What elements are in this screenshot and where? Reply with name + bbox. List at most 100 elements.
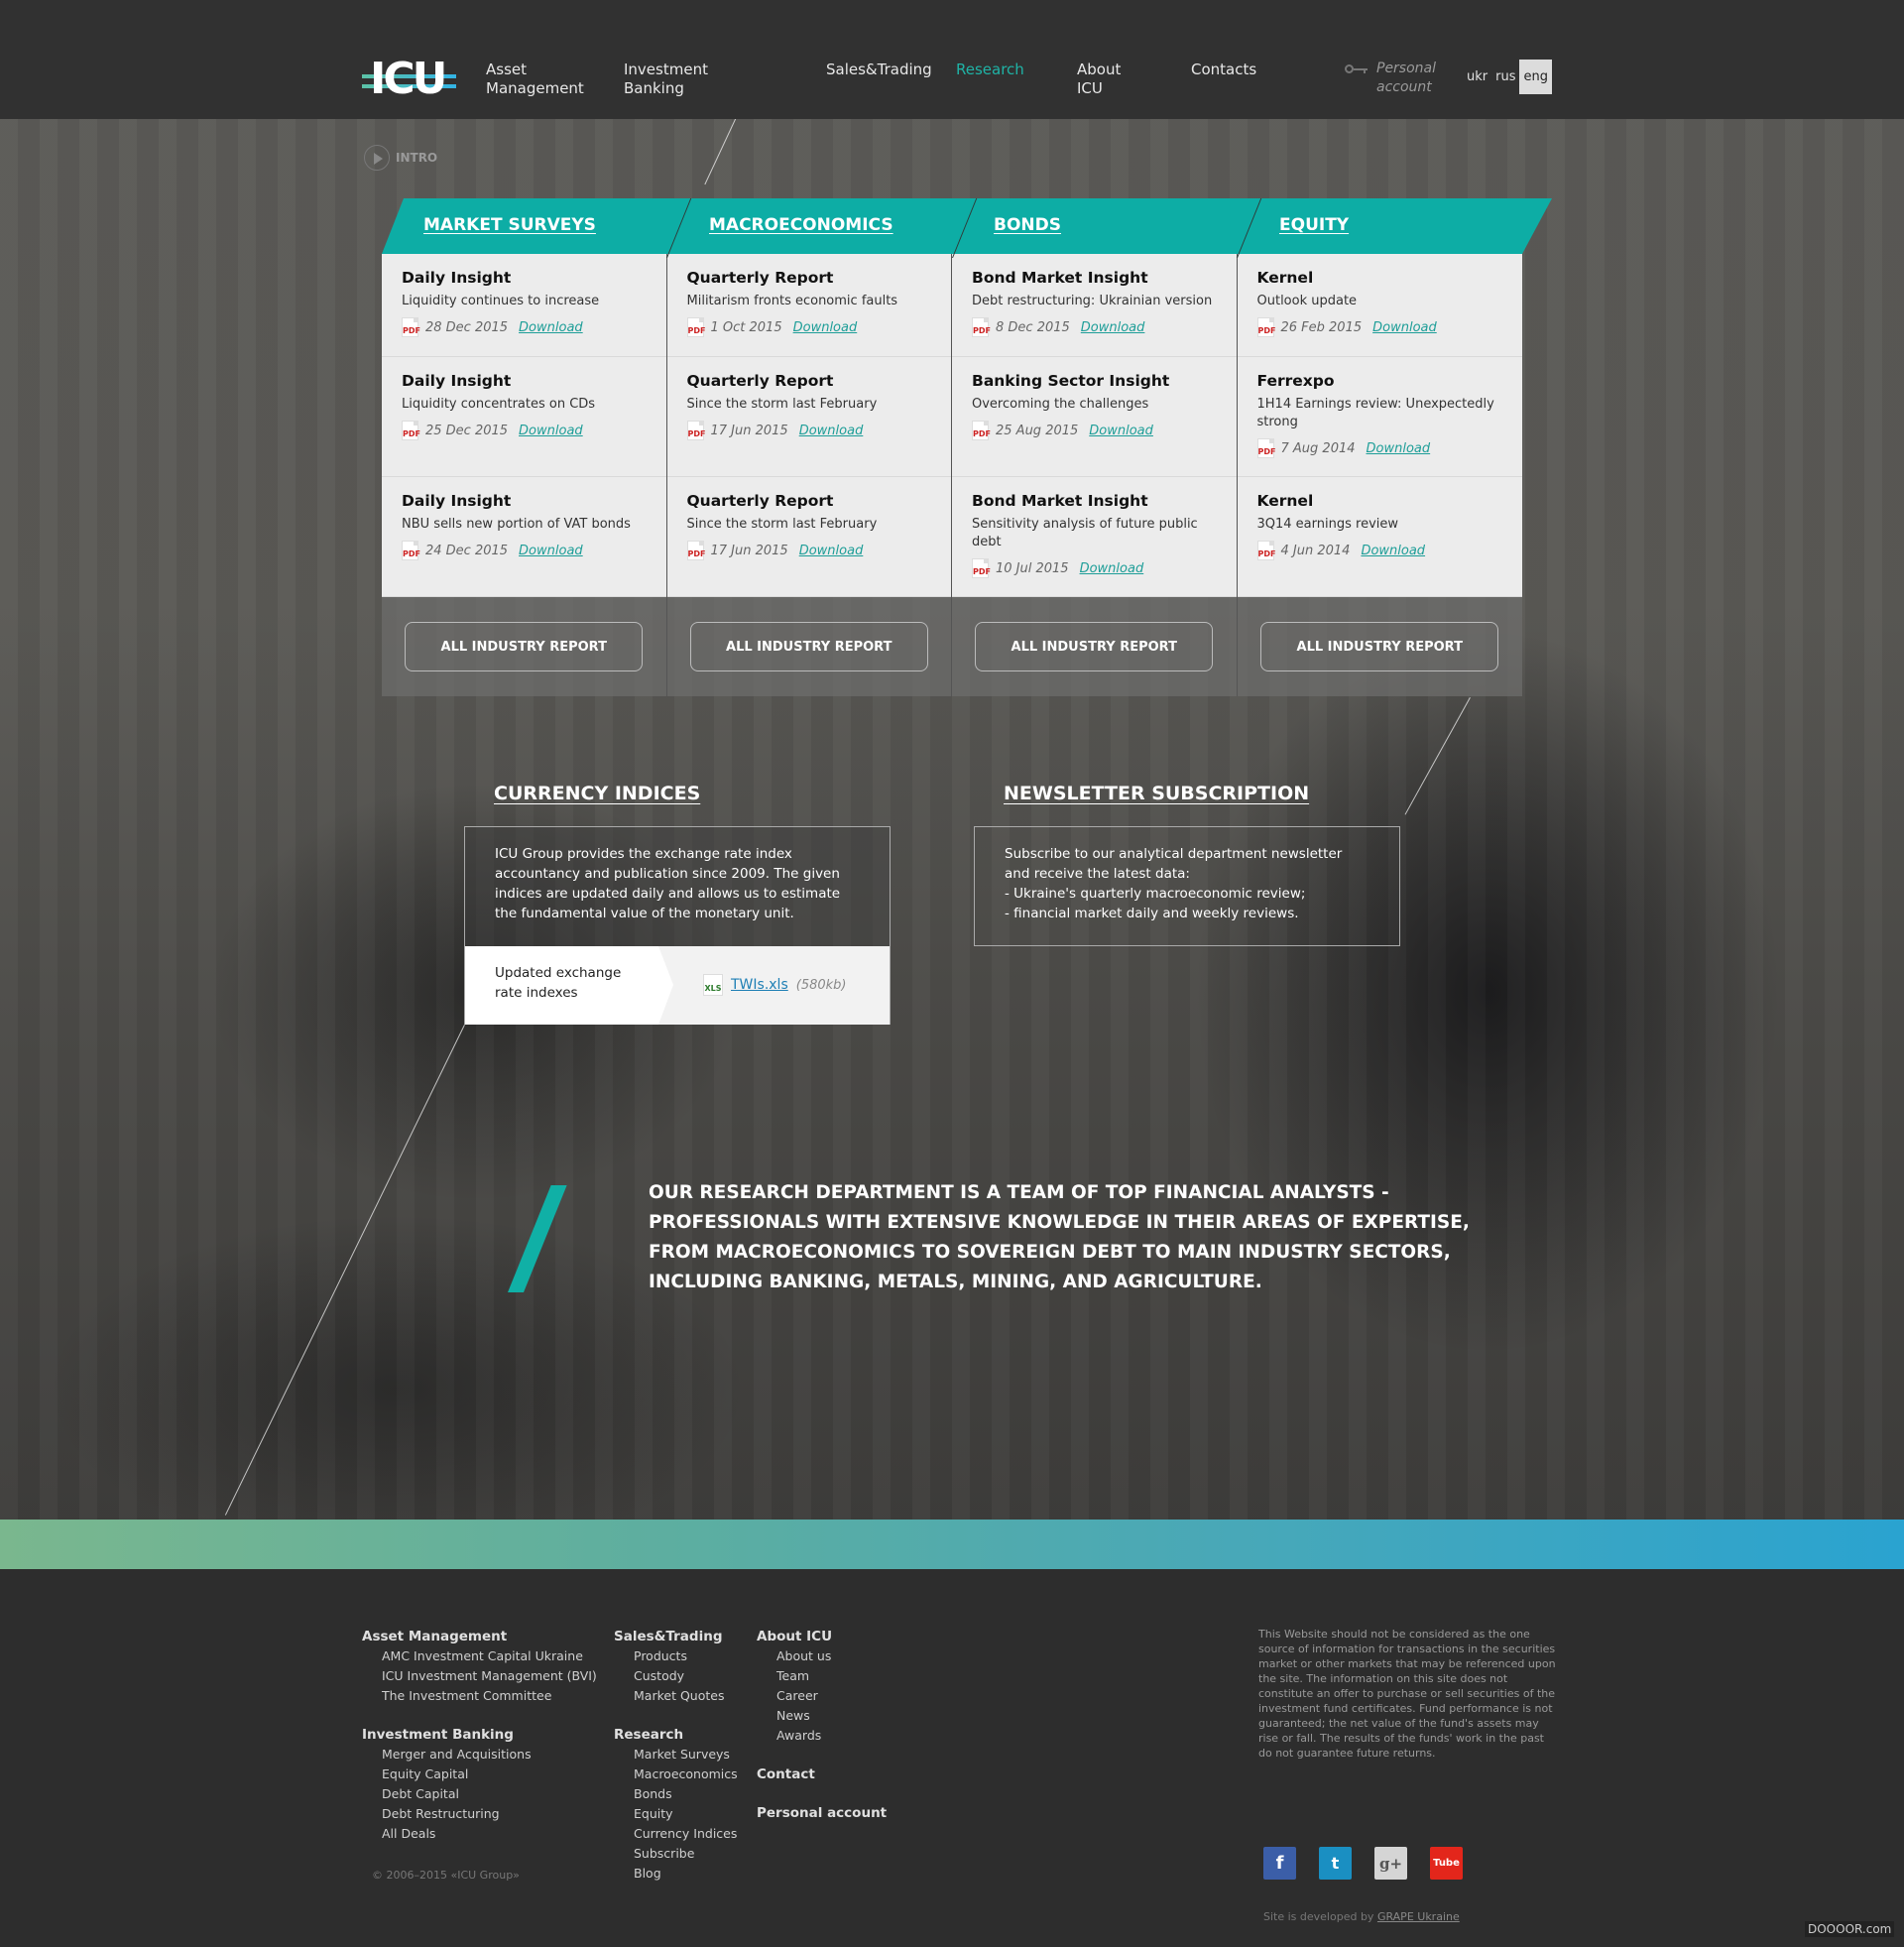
- lang-rus[interactable]: rus: [1491, 60, 1519, 94]
- report-column: Kernel Outlook update PDF 26 Feb 2015 Downlo…: [1237, 254, 1522, 696]
- all-industry-report-button[interactable]: ALL INDUSTRY REPORT: [1260, 622, 1499, 671]
- icu-logo[interactable]: ICU: [362, 58, 456, 101]
- report-subtitle: Liquidity continues to increase: [402, 294, 600, 308]
- report-subtitle: Since the storm last February: [686, 517, 878, 532]
- report-subtitle: Liquidity concentrates on CDs: [402, 397, 596, 412]
- tab-macroeconomics[interactable]: MACROECONOMICS: [709, 215, 893, 235]
- report-entry: Quarterly Report Since the storm last Feb…: [666, 357, 951, 477]
- footer-link[interactable]: Market Quotes: [614, 1686, 738, 1706]
- report-title: Daily Insight: [402, 372, 512, 390]
- report-meta: PDF 7 Aug 2014 Download: [1256, 438, 1503, 458]
- footer-heading-link[interactable]: Personal account: [757, 1803, 887, 1823]
- report-column: Daily Insight Liquidity continues to incr…: [382, 254, 667, 696]
- footer-link[interactable]: Equity: [614, 1804, 738, 1824]
- report-meta: PDF 8 Dec 2015 Download: [972, 317, 1217, 337]
- report-columns: Daily Insight Liquidity continues to incr…: [382, 254, 1522, 696]
- report-date: 8 Dec 2015: [996, 319, 1070, 335]
- all-industry-report-button[interactable]: ALL INDUSTRY REPORT: [405, 622, 644, 671]
- footer-link[interactable]: Currency Indices: [614, 1824, 738, 1844]
- footer-link[interactable]: Custody: [614, 1666, 738, 1686]
- download-link[interactable]: Download: [1080, 561, 1144, 576]
- xls-file-link[interactable]: TWIs.xls: [731, 977, 788, 993]
- report-subtitle: Since the storm last February: [686, 397, 878, 412]
- nav-contacts[interactable]: Contacts: [1191, 61, 1256, 79]
- report-entry: Daily Insight NBU sells new portion of VA…: [382, 477, 666, 597]
- tab-equity[interactable]: EQUITY: [1279, 215, 1349, 235]
- footer-link[interactable]: Career: [757, 1686, 887, 1706]
- footer-link[interactable]: Awards: [757, 1726, 887, 1746]
- footer-link[interactable]: Macroeconomics: [614, 1764, 738, 1784]
- footer-link[interactable]: About us: [757, 1646, 887, 1666]
- currency-indices-title[interactable]: CURRENCY INDICES: [494, 783, 700, 804]
- column-footer: ALL INDUSTRY REPORT: [952, 597, 1237, 696]
- footer-link[interactable]: Debt Restructuring: [362, 1804, 597, 1824]
- nav-about-icu[interactable]: About ICU: [1077, 61, 1121, 98]
- tab-market-surveys[interactable]: MARKET SURVEYS: [423, 215, 596, 235]
- intro-button[interactable]: INTRO: [364, 145, 437, 171]
- nav-investment-banking[interactable]: Investment Banking: [624, 61, 708, 98]
- newsletter-description: Subscribe to our analytical department n…: [974, 826, 1400, 946]
- download-link[interactable]: Download: [519, 320, 583, 335]
- download-link[interactable]: Download: [519, 424, 583, 438]
- download-link[interactable]: Download: [1081, 320, 1145, 335]
- footer-link[interactable]: Equity Capital: [362, 1764, 597, 1784]
- footer-heading-link[interactable]: Research: [614, 1725, 738, 1745]
- nav-sales-trading[interactable]: Sales&Trading: [826, 61, 932, 79]
- youtube-icon[interactable]: Tube: [1430, 1847, 1463, 1880]
- nav-research[interactable]: Research: [956, 61, 1024, 79]
- footer-link[interactable]: Merger and Acquisitions: [362, 1745, 597, 1764]
- footer-link[interactable]: News: [757, 1706, 887, 1726]
- footer-heading-link[interactable]: Investment Banking: [362, 1725, 597, 1745]
- footer-link[interactable]: AMC Investment Capital Ukraine: [362, 1646, 597, 1666]
- facebook-icon[interactable]: f: [1263, 1847, 1296, 1880]
- download-link[interactable]: Download: [799, 544, 864, 558]
- report-entry: Quarterly Report Militarism fronts econom…: [666, 254, 951, 357]
- lang-eng[interactable]: eng: [1519, 60, 1552, 94]
- personal-account-link[interactable]: Personal account: [1345, 60, 1436, 97]
- footer-column-3: About ICU About us Team Career News Awards Con…: [757, 1627, 887, 1823]
- footer-link[interactable]: ICU Investment Management (BVI): [362, 1666, 597, 1686]
- footer-link[interactable]: Market Surveys: [614, 1745, 738, 1764]
- report-entry: Daily Insight Liquidity concentrates on C…: [382, 357, 666, 477]
- twitter-icon[interactable]: t: [1319, 1847, 1352, 1880]
- footer-link[interactable]: Bonds: [614, 1784, 738, 1804]
- footer-link[interactable]: All Deals: [362, 1824, 597, 1844]
- newsletter-title[interactable]: NEWSLETTER SUBSCRIPTION: [1004, 783, 1309, 804]
- download-link[interactable]: Download: [1372, 320, 1437, 335]
- download-link[interactable]: Download: [1361, 544, 1425, 558]
- download-link[interactable]: Download: [1089, 424, 1153, 438]
- lang-ukr[interactable]: ukr: [1463, 60, 1491, 94]
- developer-link[interactable]: GRAPE Ukraine: [1377, 1910, 1460, 1923]
- download-link[interactable]: Download: [519, 544, 583, 558]
- copyright: © 2006–2015 «ICU Group»: [372, 1869, 520, 1882]
- footer-heading-link[interactable]: About ICU: [757, 1627, 887, 1646]
- download-link[interactable]: Download: [1367, 441, 1431, 456]
- google-plus-icon[interactable]: g+: [1374, 1847, 1407, 1880]
- nav-asset-management[interactable]: Asset Management: [486, 61, 584, 98]
- download-link[interactable]: Download: [799, 424, 864, 438]
- footer-link[interactable]: Debt Capital: [362, 1784, 597, 1804]
- gradient-band: [0, 1520, 1904, 1569]
- currency-download-row: Updated exchange rate indexes XLS TWIs.x…: [465, 946, 890, 1025]
- report-title: Bond Market Insight: [972, 492, 1148, 510]
- footer-heading-link[interactable]: Asset Management: [362, 1627, 597, 1646]
- pdf-icon: PDF: [686, 541, 705, 560]
- category-tabs: MARKET SURVEYS MACROECONOMICS BONDS EQUI…: [382, 198, 1552, 258]
- footer-heading-link[interactable]: Sales&Trading: [614, 1627, 738, 1646]
- report-title: Quarterly Report: [686, 492, 834, 510]
- footer-heading-link[interactable]: Contact: [757, 1764, 887, 1784]
- all-industry-report-button[interactable]: ALL INDUSTRY REPORT: [975, 622, 1214, 671]
- report-column: Quarterly Report Militarism fronts econom…: [666, 254, 952, 696]
- footer-link[interactable]: Subscribe: [614, 1844, 738, 1864]
- footer-link[interactable]: Blog: [614, 1864, 738, 1884]
- tab-bonds[interactable]: BONDS: [994, 215, 1061, 235]
- footer-link[interactable]: The Investment Committee: [362, 1686, 597, 1706]
- footer-link[interactable]: Team: [757, 1666, 887, 1686]
- report-title: Kernel: [1256, 269, 1314, 287]
- report-meta: PDF 10 Jul 2015 Download: [972, 558, 1217, 578]
- all-industry-report-button[interactable]: ALL INDUSTRY REPORT: [689, 622, 928, 671]
- xls-download[interactable]: XLS TWIs.xls (580kb): [703, 974, 847, 996]
- download-link[interactable]: Download: [793, 320, 858, 335]
- report-title: Ferrexpo: [1256, 372, 1335, 390]
- footer-link[interactable]: Products: [614, 1646, 738, 1666]
